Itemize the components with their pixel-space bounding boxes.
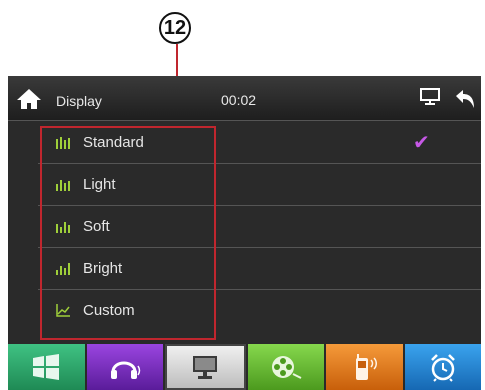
clock: 00:02 bbox=[221, 92, 257, 108]
alarm-clock-icon bbox=[430, 354, 455, 382]
title-bar: Display 00:02 bbox=[8, 76, 481, 121]
dock-button-windows[interactable] bbox=[8, 344, 85, 390]
dock-button-alarm[interactable] bbox=[404, 344, 481, 390]
windows-icon bbox=[33, 354, 60, 380]
monitor-icon bbox=[193, 356, 218, 379]
phone-icon bbox=[356, 354, 378, 380]
back-icon[interactable] bbox=[454, 88, 476, 110]
bottom-dock bbox=[8, 344, 481, 390]
headphones-icon bbox=[110, 361, 140, 379]
film-reel-icon bbox=[271, 356, 302, 379]
home-icon[interactable] bbox=[16, 88, 42, 110]
dock-button-phone[interactable] bbox=[326, 344, 403, 390]
page-title: Display bbox=[56, 93, 102, 109]
dock-button-audio[interactable] bbox=[86, 344, 163, 390]
callout-number: 12 bbox=[159, 12, 191, 44]
check-icon: ✔ bbox=[413, 132, 430, 154]
device-screen: Display 00:02 Standard ✔ Light Soft Brig… bbox=[8, 76, 481, 390]
callout-highlight-box bbox=[40, 126, 216, 340]
monitor-icon[interactable] bbox=[420, 88, 440, 106]
dock-button-display[interactable] bbox=[165, 344, 246, 390]
dock-button-media[interactable] bbox=[247, 344, 324, 390]
